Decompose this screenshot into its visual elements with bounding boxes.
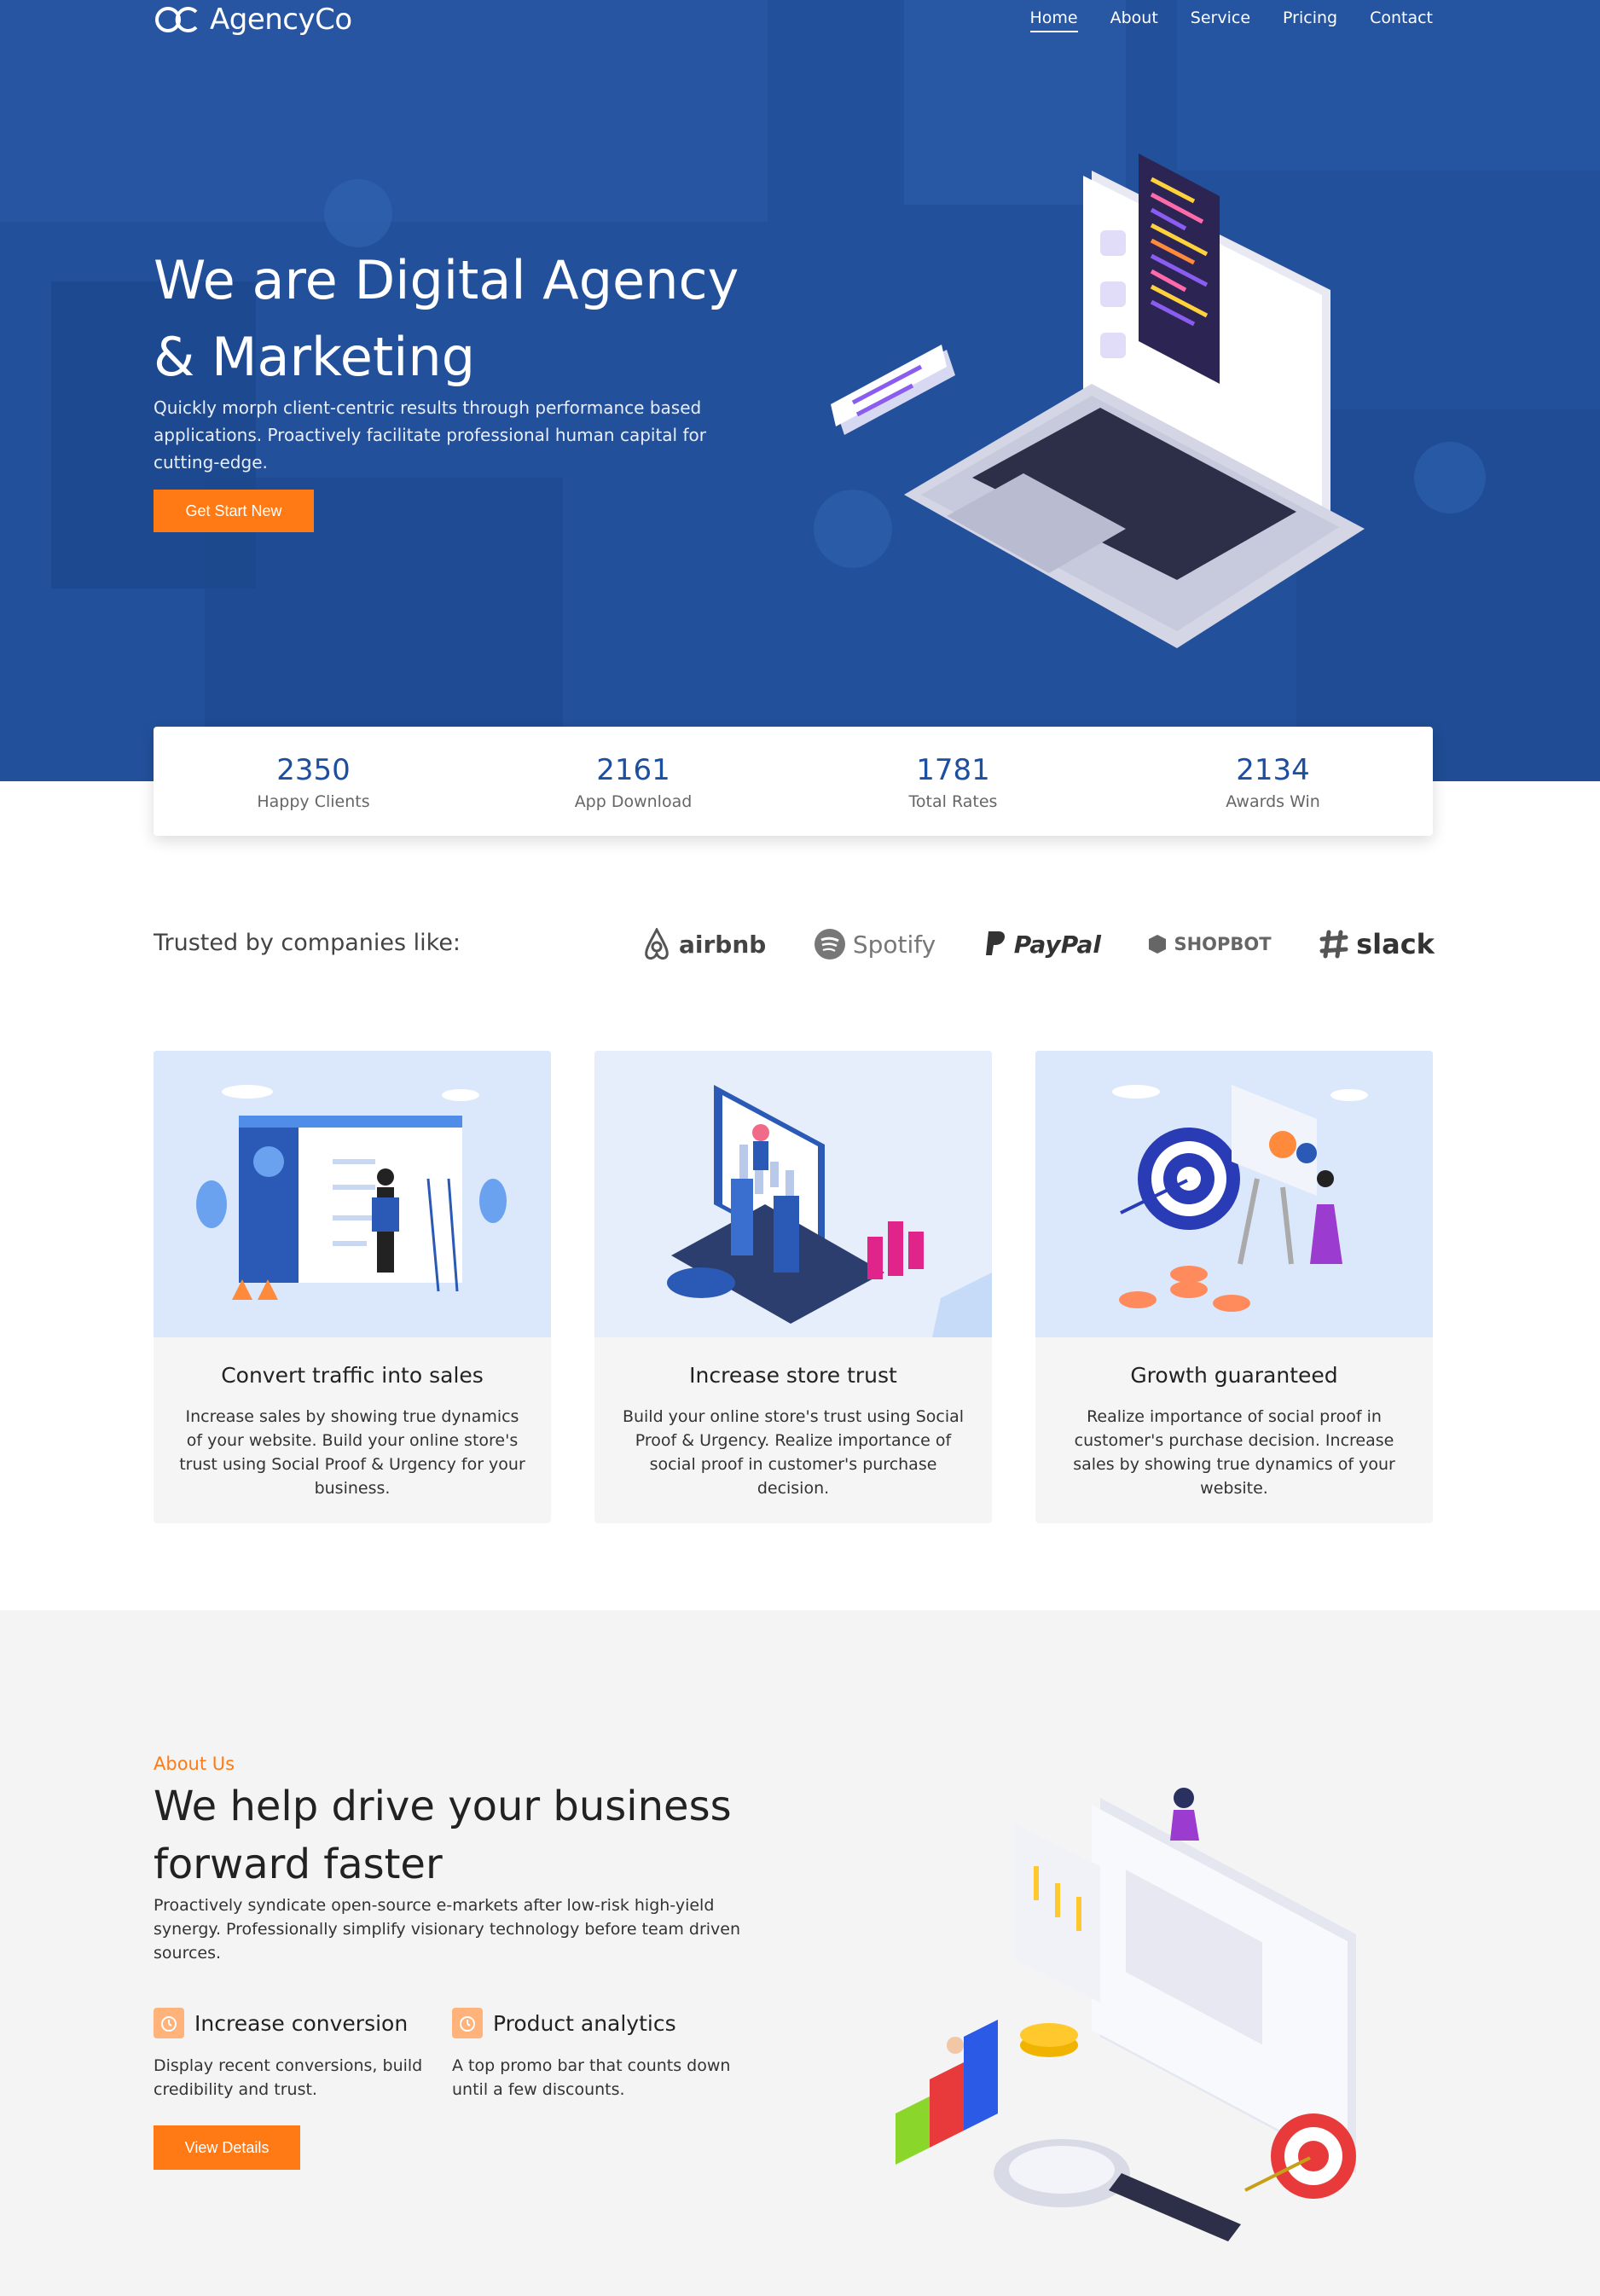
nav-item-home[interactable]: Home: [1029, 9, 1078, 32]
top-navigation: AgencyCo Home About Service Pricing Cont…: [154, 0, 1433, 39]
hero-description: Quickly morph client-centric results thr…: [154, 397, 706, 473]
brand-name: AgencyCo: [210, 3, 352, 37]
card-text: Build your online store's trust using So…: [622, 1407, 965, 1498]
growth-target-illustration: [1035, 1051, 1433, 1337]
about-section: About Us We help drive your business for…: [0, 1610, 1600, 2296]
feature-heading: Increase conversion: [154, 2008, 443, 2038]
brand-name-slack: slack: [1356, 928, 1435, 960]
stat-item: 2350 Happy Clients: [154, 727, 473, 836]
feature-title: Increase conversion: [194, 2010, 409, 2036]
nav-item-service[interactable]: Service: [1191, 9, 1250, 31]
nav-item-contact[interactable]: Contact: [1370, 9, 1433, 31]
stat-value: 2161: [596, 753, 670, 787]
get-start-button[interactable]: Get Start New: [154, 490, 314, 532]
feature-product-analytics: Product analytics A top promo bar that c…: [452, 2008, 742, 2102]
hero-title-line-2: & Marketing: [154, 326, 476, 388]
hero-section: AgencyCo Home About Service Pricing Cont…: [0, 0, 1600, 781]
about-title-line-1: We help drive your business: [154, 1783, 732, 1830]
stat-value: 2134: [1236, 753, 1310, 787]
slack-icon: [1319, 930, 1348, 959]
view-details-button[interactable]: View Details: [154, 2125, 300, 2170]
nav-item-pricing[interactable]: Pricing: [1283, 9, 1337, 31]
trusted-label: Trusted by companies like:: [154, 930, 461, 956]
chat-bubble-icon: [831, 345, 955, 435]
card-title: Convert traffic into sales: [221, 1363, 484, 1388]
stat-label: Happy Clients: [257, 792, 370, 811]
feature-title: Product analytics: [493, 2010, 676, 2036]
shopbot-icon: [1149, 935, 1167, 954]
alarm-clock-icon: [154, 2008, 184, 2038]
laptop-illustration: [831, 154, 1365, 648]
feature-heading: Product analytics: [452, 2008, 742, 2038]
about-title: We help drive your business forward fast…: [154, 1777, 802, 1893]
feature-text: Display recent conversions, build credib…: [154, 2056, 423, 2099]
feature-card: Growth guaranteed Realize importance of …: [1035, 1051, 1433, 1523]
brand-name-shopbot: SHOPBOT: [1174, 934, 1272, 954]
brand-name-spotify: Spotify: [852, 930, 936, 959]
about-kicker: About Us: [154, 1754, 235, 1774]
spotify-icon: [814, 929, 845, 960]
agencyco-logo-icon: [155, 7, 198, 32]
card-title: Growth guaranteed: [1130, 1363, 1338, 1388]
card-title: Increase store trust: [689, 1363, 897, 1388]
feature-cards: Convert traffic into sales Increase sale…: [154, 1051, 1433, 1523]
card-text: Increase sales by showing true dynamics …: [179, 1407, 525, 1498]
card-text: Realize importance of social proof in cu…: [1073, 1407, 1395, 1498]
brand-slack: slack: [1319, 928, 1435, 960]
feature-text: A top promo bar that counts down until a…: [452, 2056, 731, 2099]
hero-title: We are Digital Agency & Marketing: [154, 242, 802, 396]
nav-item-about[interactable]: About: [1110, 9, 1158, 31]
stat-item: 1781 Total Rates: [793, 727, 1113, 836]
stat-label: Awards Win: [1226, 792, 1320, 811]
stat-label: App Download: [574, 792, 693, 811]
airbnb-icon: [645, 928, 669, 960]
analytics-laptop-illustration: [594, 1051, 992, 1337]
brand-logos: airbnb Spotify PayPal SHOPBOT slack: [641, 928, 1435, 960]
feature-card: Increase store trust Build your online s…: [594, 1051, 992, 1523]
brand-shopbot: SHOPBOT: [1148, 934, 1272, 954]
about-description: Proactively syndicate open-source e-mark…: [154, 1896, 741, 1963]
business-growth-illustration: [896, 1788, 1356, 2241]
stat-value: 2350: [276, 753, 351, 787]
paypal-icon: [985, 931, 1005, 955]
stat-item: 2134 Awards Win: [1113, 727, 1433, 836]
hero-title-line-1: We are Digital Agency: [154, 249, 739, 311]
feature-increase-conversion: Increase conversion Display recent conve…: [154, 2008, 443, 2102]
brand-name-paypal: PayPal: [1013, 930, 1101, 959]
stat-value: 1781: [916, 753, 990, 787]
stat-label: Total Rates: [908, 792, 998, 811]
stats-bar: 2350 Happy Clients 2161 App Download 178…: [154, 727, 1433, 836]
website-building-illustration: [154, 1051, 551, 1337]
brand-airbnb: airbnb: [641, 928, 766, 960]
brand-spotify: Spotify: [814, 928, 936, 960]
brand-logo[interactable]: AgencyCo: [154, 3, 352, 37]
brand-name-airbnb: airbnb: [679, 930, 767, 959]
feature-card: Convert traffic into sales Increase sale…: [154, 1051, 551, 1523]
brand-paypal: PayPal: [983, 930, 1101, 959]
stat-item: 2161 App Download: [473, 727, 793, 836]
nav-links: Home About Service Pricing Contact: [1029, 9, 1433, 32]
alarm-clock-icon: [452, 2008, 483, 2038]
about-title-line-2: forward faster: [154, 1841, 443, 1888]
